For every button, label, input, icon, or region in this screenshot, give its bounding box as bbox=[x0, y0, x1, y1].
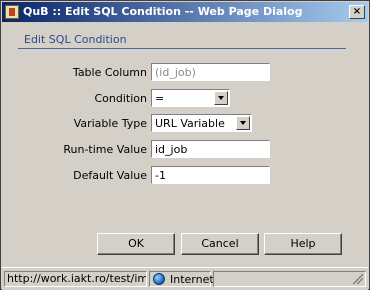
table-column-label: Table Column bbox=[72, 66, 147, 79]
cancel-button[interactable]: Cancel bbox=[181, 233, 259, 255]
status-empty-pane bbox=[213, 271, 366, 287]
table-column-input bbox=[152, 64, 269, 80]
table-column-row: Table Column bbox=[4, 63, 367, 83]
help-button[interactable]: Help bbox=[264, 233, 342, 255]
close-button[interactable]: × bbox=[349, 5, 365, 19]
runtime-value-input[interactable] bbox=[152, 141, 269, 157]
section-divider bbox=[18, 48, 346, 49]
window-title: QuB :: Edit SQL Condition -- Web Page Di… bbox=[23, 5, 303, 18]
resize-grip-icon[interactable] bbox=[353, 274, 363, 284]
variable-type-row: Variable Type URL Variable bbox=[4, 114, 367, 134]
status-url: http://work.iakt.ro/test/imc/jc bbox=[4, 271, 147, 287]
variable-type-label: Variable Type bbox=[73, 117, 147, 130]
condition-label: Condition bbox=[94, 92, 148, 105]
title-bar[interactable]: QuB :: Edit SQL Condition -- Web Page Di… bbox=[2, 2, 368, 22]
section-title: Edit SQL Condition bbox=[24, 33, 127, 46]
close-icon: × bbox=[352, 6, 362, 17]
table-column-field bbox=[151, 63, 270, 81]
variable-type-selected-value: URL Variable bbox=[155, 117, 225, 130]
runtime-value-row: Run-time Value bbox=[4, 140, 367, 160]
status-bar: http://work.iakt.ro/test/imc/jc Internet bbox=[2, 267, 368, 290]
chevron-down-icon[interactable] bbox=[236, 116, 250, 130]
dialog-body: Edit SQL Condition Table Column Conditio… bbox=[4, 23, 367, 266]
status-zone: Internet bbox=[149, 271, 214, 287]
variable-type-select[interactable]: URL Variable bbox=[151, 114, 252, 132]
default-value-row: Default Value bbox=[4, 166, 367, 186]
ok-button[interactable]: OK bbox=[97, 233, 175, 255]
globe-icon bbox=[153, 273, 165, 285]
default-value-field[interactable] bbox=[151, 166, 270, 184]
chevron-down-icon[interactable] bbox=[214, 91, 228, 105]
zone-label: Internet bbox=[170, 273, 214, 286]
qub-app-icon bbox=[5, 5, 19, 19]
default-value-input[interactable] bbox=[152, 167, 269, 183]
dialog-window: QuB :: Edit SQL Condition -- Web Page Di… bbox=[0, 0, 370, 290]
runtime-value-label: Run-time Value bbox=[63, 143, 147, 156]
default-value-label: Default Value bbox=[73, 169, 147, 182]
runtime-value-field[interactable] bbox=[151, 140, 270, 158]
condition-selected-value: = bbox=[155, 92, 165, 105]
condition-row: Condition = bbox=[4, 89, 367, 109]
condition-select[interactable]: = bbox=[151, 89, 230, 107]
